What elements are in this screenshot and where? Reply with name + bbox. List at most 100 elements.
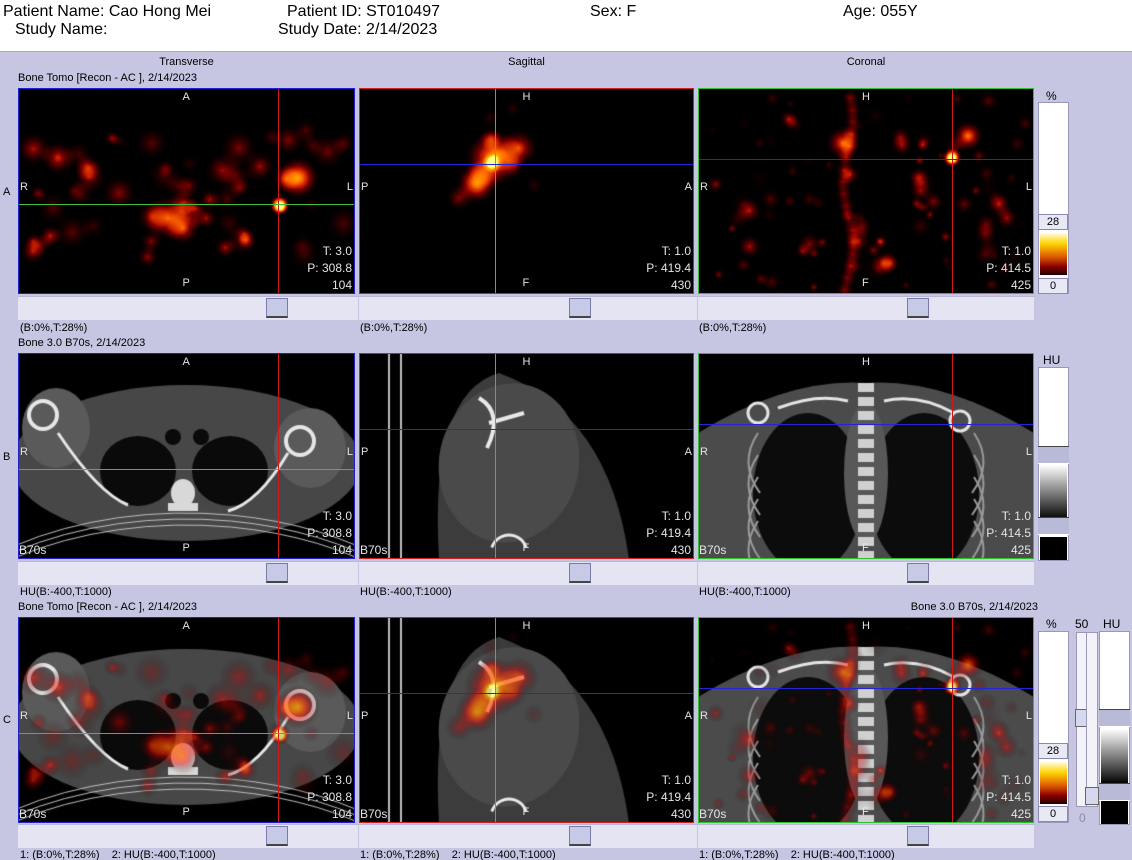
slice-number: 430 xyxy=(670,543,691,557)
colorbar-a-bottom-value[interactable]: 0 xyxy=(1038,278,1068,294)
slice-scrollbar-thumb[interactable] xyxy=(569,826,591,846)
viewport-b-transverse[interactable]: A P R L T: 3.0 P: 308.8 104 B70s xyxy=(18,353,355,559)
orient-right: L xyxy=(1025,446,1032,458)
image-c-coronal xyxy=(698,617,1034,823)
slice-thickness: T: 1.0 xyxy=(1001,244,1031,258)
orient-left: R xyxy=(20,710,28,722)
ct-kernel-label: B70s xyxy=(19,543,47,557)
slice-scrollbar-thumb[interactable] xyxy=(266,563,288,583)
orient-bottom: F xyxy=(522,277,530,289)
colorbar-c-bottom-value[interactable]: 0 xyxy=(1038,806,1068,822)
slice-scrollbar-thumb[interactable] xyxy=(907,563,929,583)
crosshair-vertical[interactable] xyxy=(278,617,279,823)
slice-number: 425 xyxy=(1010,278,1031,292)
image-c-transverse xyxy=(18,617,355,823)
crosshair-horizontal[interactable] xyxy=(698,688,1034,689)
crosshair-horizontal[interactable] xyxy=(18,733,355,734)
slice-thickness: T: 1.0 xyxy=(661,773,691,787)
crosshair-vertical[interactable] xyxy=(952,617,953,823)
crosshair-horizontal[interactable] xyxy=(359,164,694,165)
row-a-series-label: Bone Tomo [Recon - AC ], 2/14/2023 xyxy=(18,72,197,84)
orient-left: P xyxy=(361,181,369,193)
orient-top: H xyxy=(522,91,531,103)
viewport-c-sagittal[interactable]: H F P A T: 1.0 P: 419.4 430 B70s xyxy=(359,617,694,823)
slice-scrollbar-c-transverse[interactable] xyxy=(18,824,358,848)
colorbar-c-top-value[interactable]: 28 xyxy=(1038,743,1068,759)
row-c-series-label-right: Bone 3.0 B70s, 2/14/2023 xyxy=(910,601,1038,613)
slice-scrollbar-thumb[interactable] xyxy=(266,826,288,846)
slice-scrollbar-c-sagittal[interactable] xyxy=(359,824,697,848)
slice-thickness: T: 1.0 xyxy=(1001,509,1031,523)
crosshair-vertical[interactable] xyxy=(495,88,496,294)
slice-number: 104 xyxy=(331,278,352,292)
colorbar-b-bottom-handle[interactable] xyxy=(1038,517,1069,535)
slice-scrollbar-b-transverse[interactable] xyxy=(18,561,358,585)
colorbar-a[interactable] xyxy=(1038,102,1069,294)
slice-scrollbar-thumb[interactable] xyxy=(569,563,591,583)
colorbar-c[interactable] xyxy=(1038,631,1069,823)
colorbar-c-hu-label: HU xyxy=(1103,617,1121,631)
orient-left: P xyxy=(361,446,369,458)
blend-slider-thumb-2[interactable] xyxy=(1085,787,1099,805)
ct-kernel-label: B70s xyxy=(360,543,388,557)
viewport-a-transverse[interactable]: A P R L T: 3.0 P: 308.8 104 xyxy=(18,88,355,294)
crosshair-vertical[interactable] xyxy=(952,353,953,559)
image-b-transverse xyxy=(18,353,355,559)
ct-kernel-label: B70s xyxy=(699,543,727,557)
orient-top: H xyxy=(862,356,870,368)
viewport-c-coronal[interactable]: H F R L T: 1.0 P: 414.5 425 B70s xyxy=(698,617,1034,823)
row-c-window-transverse: 1: (B:0%,T:28%) 2: HU(B:-400,T:1000) xyxy=(20,849,216,860)
slice-scrollbar-c-coronal[interactable] xyxy=(698,824,1034,848)
orient-right: L xyxy=(1025,710,1032,722)
orient-bottom: F xyxy=(522,806,530,818)
colorbar-c-hu-bottom-handle[interactable] xyxy=(1099,783,1130,801)
slice-scrollbar-b-coronal[interactable] xyxy=(698,561,1034,585)
viewport-a-coronal[interactable]: H F R L T: 1.0 P: 414.5 425 xyxy=(698,88,1034,294)
crosshair-vertical[interactable] xyxy=(278,353,279,559)
crosshair-horizontal[interactable] xyxy=(698,424,1034,425)
viewport-a-sagittal[interactable]: H F P A T: 1.0 P: 419.4 430 xyxy=(359,88,694,294)
slice-number: 104 xyxy=(331,807,352,821)
crosshair-vertical[interactable] xyxy=(278,88,279,294)
crosshair-vertical[interactable] xyxy=(495,353,496,559)
orient-top: H xyxy=(862,620,870,632)
slice-scrollbar-b-sagittal[interactable] xyxy=(359,561,697,585)
slice-position: P: 419.4 xyxy=(646,790,691,804)
crosshair-horizontal[interactable] xyxy=(359,693,694,694)
slice-position: P: 308.8 xyxy=(307,526,352,540)
viewport-b-coronal[interactable]: H F R L T: 1.0 P: 414.5 425 B70s xyxy=(698,353,1034,559)
viewport-b-sagittal[interactable]: H F P A T: 1.0 P: 419.4 430 B70s xyxy=(359,353,694,559)
slice-scrollbar-thumb[interactable] xyxy=(569,298,591,318)
orient-top: H xyxy=(522,620,531,632)
slice-scrollbar-thumb[interactable] xyxy=(907,298,929,318)
colorbar-c-hu-top-handle[interactable] xyxy=(1099,709,1130,727)
patient-header: Patient Name: Cao Hong Mei Study Name: P… xyxy=(0,0,1132,52)
orient-right: L xyxy=(346,710,353,722)
image-c-sagittal xyxy=(359,617,694,823)
slice-scrollbar-thumb[interactable] xyxy=(266,298,288,318)
row-c-letter: C xyxy=(3,714,11,726)
slice-scrollbar-a-sagittal[interactable] xyxy=(359,296,697,320)
viewport-c-transverse[interactable]: A P R L T: 3.0 P: 308.8 104 B70s xyxy=(18,617,355,823)
slice-scrollbar-thumb[interactable] xyxy=(907,826,929,846)
blend-slider-track-2[interactable] xyxy=(1085,632,1099,807)
colorbar-b-top-handle[interactable] xyxy=(1038,446,1069,464)
orient-top: H xyxy=(522,356,531,368)
slice-position: P: 308.8 xyxy=(307,261,352,275)
study-name: Study Name: xyxy=(15,21,108,38)
row-b-window-coronal: HU(B:-400,T:1000) xyxy=(699,586,791,598)
blend-min-value: 0 xyxy=(1079,811,1086,825)
crosshair-horizontal[interactable] xyxy=(359,429,694,430)
colorbar-a-top-value[interactable]: 28 xyxy=(1038,214,1068,230)
crosshair-vertical[interactable] xyxy=(495,617,496,823)
row-c-series-label: Bone Tomo [Recon - AC ], 2/14/2023 xyxy=(18,601,197,613)
crosshair-horizontal[interactable] xyxy=(18,469,355,470)
slice-scrollbar-a-coronal[interactable] xyxy=(698,296,1034,320)
crosshair-vertical[interactable] xyxy=(952,88,953,294)
slice-scrollbar-a-transverse[interactable] xyxy=(18,296,358,320)
crosshair-horizontal[interactable] xyxy=(698,159,1034,160)
image-b-sagittal xyxy=(359,353,694,559)
ct-kernel-label: B70s xyxy=(699,807,727,821)
crosshair-horizontal[interactable] xyxy=(18,204,355,205)
slice-position: P: 414.5 xyxy=(986,261,1031,275)
